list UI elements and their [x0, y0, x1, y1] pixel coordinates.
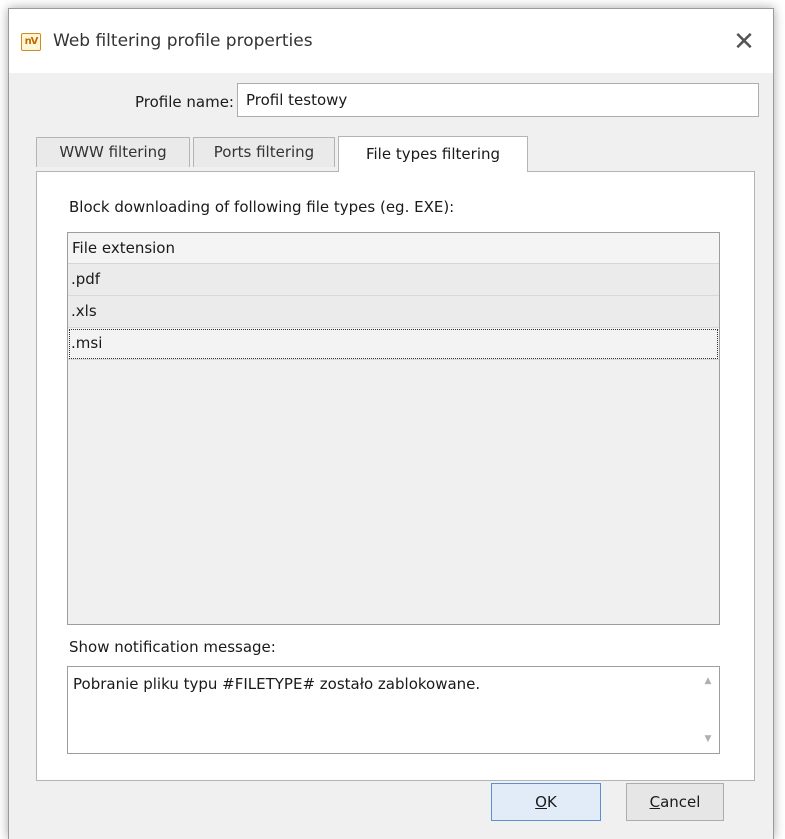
ok-accel: O [535, 793, 547, 811]
list-item[interactable]: .pdf [68, 264, 719, 296]
file-types-panel: Block downloading of following file type… [36, 171, 755, 781]
notification-message-label: Show notification message: [69, 638, 276, 656]
notification-message-text: Pobranie pliku typu #FILETYPE# zostało z… [73, 675, 481, 693]
tab-file-types-filtering[interactable]: File types filtering [338, 136, 528, 172]
dialog-window: nV Web filtering profile properties ✕ Pr… [8, 8, 774, 839]
column-header-file-extension[interactable]: File extension [68, 233, 719, 264]
close-icon[interactable]: ✕ [729, 27, 759, 57]
profile-name-label: Profile name: [134, 93, 234, 111]
title-bar: nV Web filtering profile properties ✕ [9, 9, 773, 73]
block-downloading-label: Block downloading of following file type… [69, 198, 455, 216]
textarea-scrollbar[interactable]: ▲ ▼ [697, 667, 719, 753]
file-extension-list[interactable]: File extension .pdf .xls .msi [67, 232, 720, 625]
tab-www-filtering[interactable]: WWW filtering [36, 137, 190, 167]
cancel-button[interactable]: Cancel [626, 783, 724, 821]
cancel-accel: C [649, 793, 661, 811]
notification-message-textarea[interactable]: Pobranie pliku typu #FILETYPE# zostało z… [67, 666, 720, 754]
scroll-down-arrow-icon[interactable]: ▼ [697, 729, 719, 749]
tab-ports-filtering[interactable]: Ports filtering [193, 137, 335, 167]
scroll-up-arrow-icon[interactable]: ▲ [697, 671, 719, 691]
list-item[interactable]: .xls [68, 296, 719, 328]
profile-name-input[interactable] [237, 83, 759, 117]
ok-label-rest: K [546, 793, 557, 811]
ok-button[interactable]: OK [491, 783, 601, 821]
app-icon: nV [21, 33, 41, 51]
cancel-label-rest: ancel [660, 793, 701, 811]
window-title: Web filtering profile properties [53, 31, 313, 51]
list-item-selected[interactable]: .msi [68, 328, 719, 360]
